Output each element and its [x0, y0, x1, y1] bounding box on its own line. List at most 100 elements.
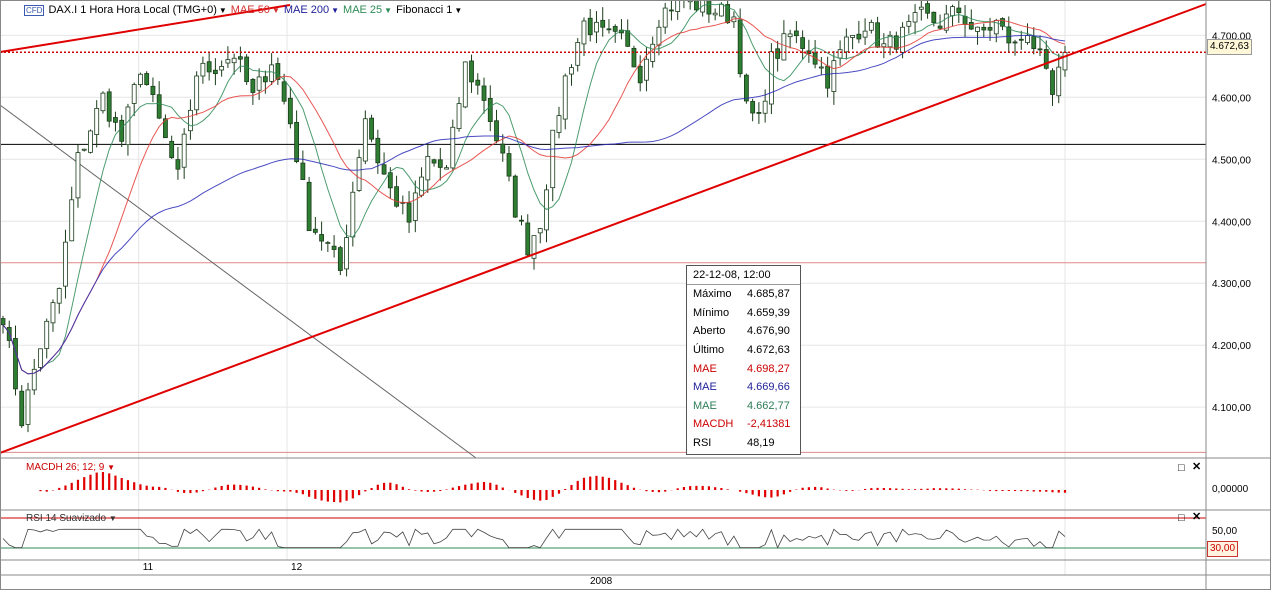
candle [768, 43, 774, 115]
tooltip-row: MAE 4.669,66 [687, 378, 800, 397]
candle [31, 358, 37, 395]
candle-body [125, 106, 131, 146]
candle [0, 315, 6, 334]
candle [13, 325, 18, 396]
rsi-label: RSI 14 Suavizado ▼ [26, 513, 117, 524]
tooltip-row: Aberto 4.676,90 [687, 322, 800, 341]
mae50-selector[interactable]: MAE 50 ▼ [231, 4, 280, 16]
candle [144, 71, 150, 86]
candle-body [631, 47, 637, 68]
candle-body [406, 202, 412, 223]
close-panel-icon[interactable]: ✕ [1192, 462, 1201, 473]
candle [450, 119, 456, 170]
candle-body [644, 58, 649, 81]
candle [744, 73, 749, 104]
candle-body [581, 20, 587, 45]
candle [287, 87, 293, 129]
candle-body [625, 30, 631, 47]
candle [793, 21, 799, 44]
chevron-down-icon[interactable]: ▼ [107, 463, 115, 472]
y-axis-tick-label: 4.500,00 [1212, 155, 1251, 166]
mae25-selector[interactable]: MAE 25 ▼ [343, 4, 392, 16]
candle-body [356, 157, 362, 191]
candle [362, 110, 368, 165]
rsi-axis-30-value: 30,00 [1210, 543, 1236, 554]
candle-body [918, 6, 924, 10]
candle-body [219, 66, 225, 71]
candle [344, 224, 349, 277]
chevron-down-icon[interactable]: ▼ [454, 6, 462, 15]
candle-body [556, 115, 562, 133]
maximize-panel-icon[interactable]: □ [1178, 513, 1185, 524]
candle-body [756, 112, 762, 114]
candle-body [925, 3, 930, 14]
candle-body [881, 43, 887, 48]
candle-body [50, 302, 56, 324]
candle-body [712, 12, 718, 16]
candle-body [612, 26, 618, 32]
rising-trendline [0, 3, 1207, 454]
candle [63, 229, 68, 299]
candle [244, 54, 250, 85]
candle [575, 38, 581, 72]
candle [156, 81, 162, 120]
candle-body [900, 26, 905, 53]
candle-body [931, 11, 937, 23]
candle-body [750, 101, 756, 114]
candle [181, 128, 187, 179]
chevron-down-icon[interactable]: ▼ [384, 6, 392, 15]
chevron-down-icon[interactable]: ▼ [109, 514, 117, 523]
maximize-panel-icon[interactable]: □ [1178, 463, 1185, 474]
candle [25, 382, 31, 433]
candle [50, 299, 56, 332]
candle [519, 215, 524, 226]
close-panel-icon[interactable]: ✕ [1192, 512, 1201, 523]
instrument-selector[interactable]: CFD DAX.I 1 Hora Hora Local (TMG+0) ▼ [24, 4, 227, 16]
candle [356, 149, 362, 192]
candle-body [337, 247, 343, 271]
macd-label-text: MACDH 26; 12; 9 [26, 462, 105, 473]
fibonacci-selector[interactable]: Fibonacci 1 ▼ [396, 4, 462, 16]
candle [893, 31, 899, 54]
candle-body [587, 17, 593, 36]
tooltip-row-label: Aberto [693, 325, 726, 338]
tooltip-row-value: 4.685,87 [747, 288, 790, 301]
candle [825, 56, 831, 98]
candle-body [69, 199, 75, 242]
candle-body [175, 159, 181, 170]
candle-body [0, 318, 6, 326]
tooltip-row-label: MACDH [693, 418, 734, 431]
candle [1000, 17, 1005, 31]
diagonal-line [0, 104, 477, 459]
tooltip-date: 22-12-08, 12:00 [687, 266, 800, 285]
candle [294, 110, 300, 164]
candle [394, 175, 399, 208]
tooltip-row-label: Mínimo [693, 306, 730, 319]
x-axis-tick-label: 11 [142, 562, 154, 573]
price-chart[interactable]: 4.100,00 4.200,00 4.300,00 4.400,00 4.500,00… [0, 0, 1271, 590]
candle-body [150, 85, 156, 95]
rsi-label-text: RSI 14 Suavizado [26, 513, 107, 524]
tooltip-row-label: MAE [693, 399, 717, 412]
chevron-down-icon[interactable]: ▼ [219, 6, 227, 15]
candle [569, 64, 574, 86]
candle-body [737, 19, 743, 75]
candle [163, 114, 168, 139]
candle [225, 46, 231, 68]
candle [906, 14, 912, 34]
candle-body [144, 73, 150, 86]
candle [1031, 27, 1037, 55]
rsi-axis-30: 30,00 [1207, 541, 1239, 557]
candle-body [575, 42, 581, 66]
candle [537, 227, 543, 244]
chevron-down-icon[interactable]: ▼ [272, 6, 280, 15]
mae200-selector[interactable]: MAE 200 ▼ [284, 4, 339, 16]
candle-body [362, 118, 368, 162]
chevron-down-icon[interactable]: ▼ [331, 6, 339, 15]
tooltip-row-value: 4.662,77 [747, 399, 790, 412]
trendlines[interactable] [0, 3, 1207, 454]
candle [188, 99, 193, 140]
candle-body [444, 167, 449, 170]
candle [44, 318, 50, 359]
candle [431, 158, 437, 167]
